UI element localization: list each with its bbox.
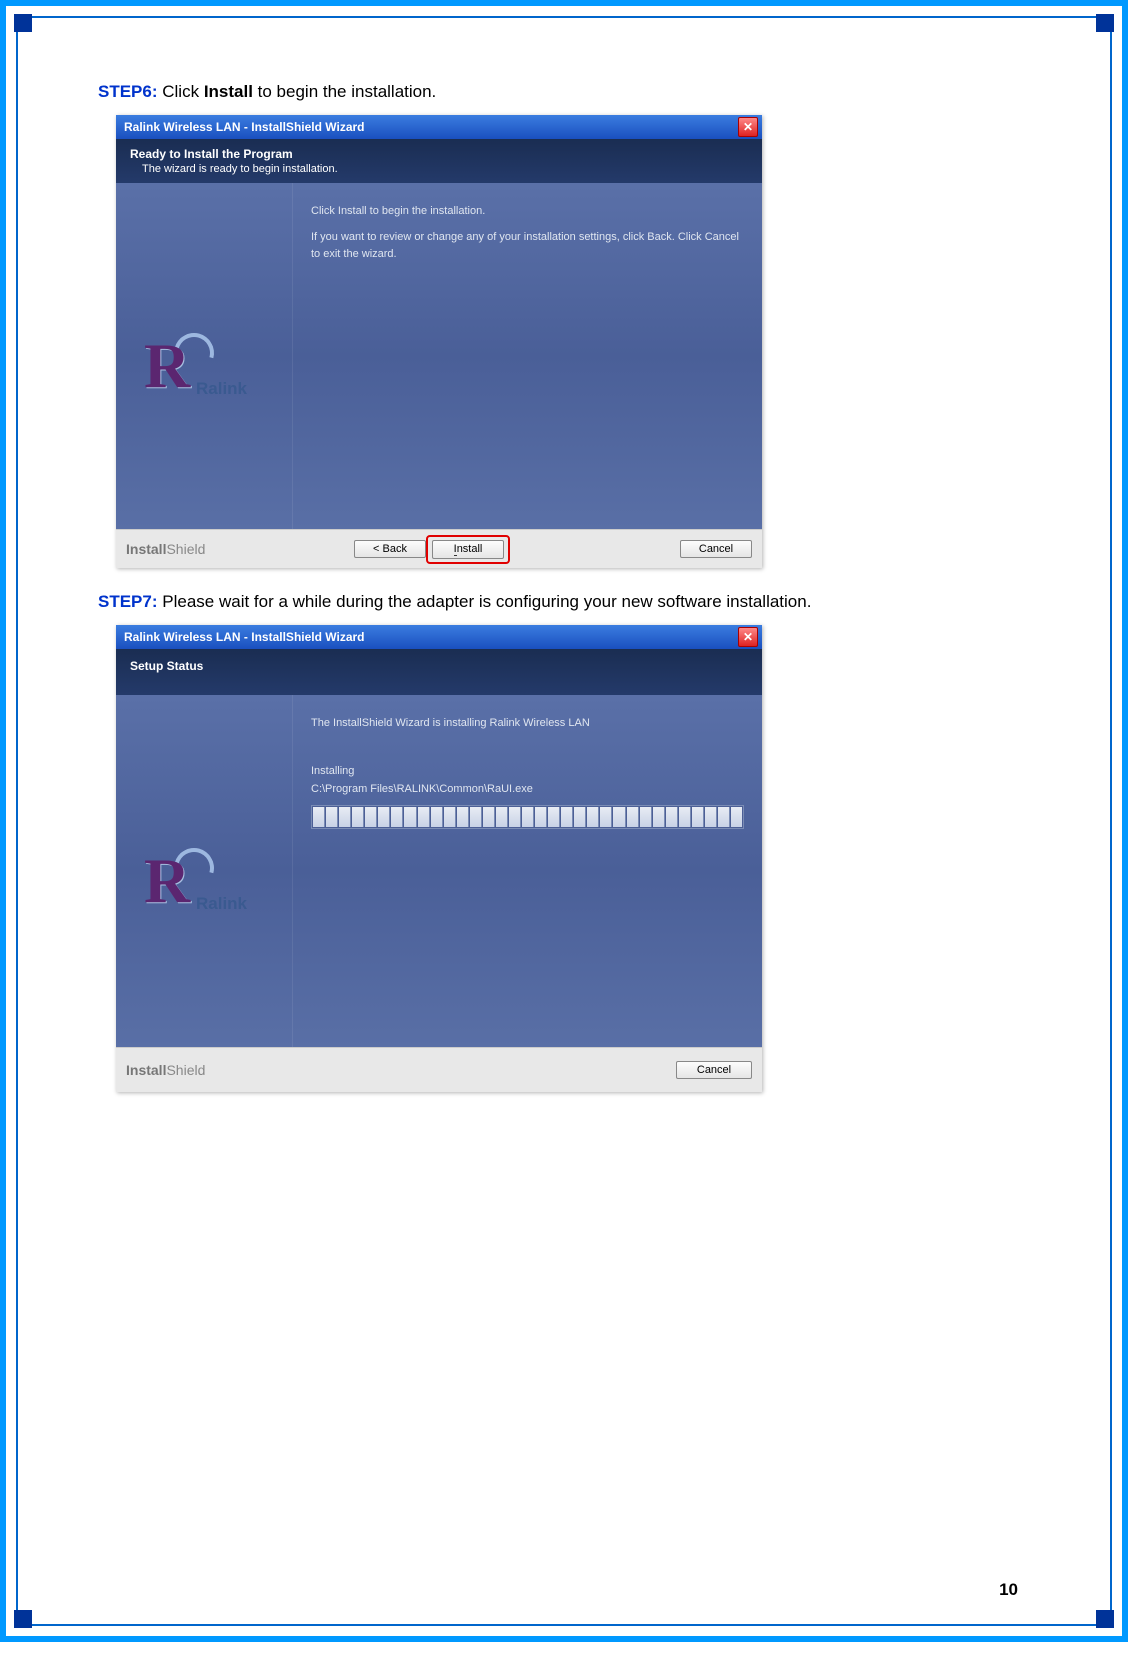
progress-cell <box>404 807 416 827</box>
wizard2-title: Ralink Wireless LAN - InstallShield Wiza… <box>124 630 365 644</box>
step6-text-a: Click <box>158 82 204 101</box>
wizard2-install-path: C:\Program Files\RALINK\Common\RaUI.exe <box>311 783 744 795</box>
wizard1-left-panel: R Ralink <box>116 183 293 529</box>
page-content: STEP6: Click Install to begin the instal… <box>18 18 1110 1142</box>
footer-spacer <box>205 1062 664 1078</box>
step6-bold: Install <box>204 82 253 101</box>
install-button[interactable]: Install <box>432 540 504 559</box>
wizard1-titlebar[interactable]: Ralink Wireless LAN - InstallShield Wiza… <box>116 115 762 139</box>
wizard1-header: Ready to Install the Program The wizard … <box>116 139 762 183</box>
progress-cell <box>339 807 351 827</box>
wizard1-body-line1: Click Install to begin the installation. <box>311 205 744 217</box>
wizard2-window: Ralink Wireless LAN - InstallShield Wiza… <box>116 625 762 1092</box>
ralink-r-icon: R <box>144 329 190 403</box>
progress-cell <box>653 807 665 827</box>
progress-cell <box>705 807 717 827</box>
ralink-brand-text: Ralink <box>196 894 247 914</box>
ralink-logo: R Ralink <box>144 856 264 926</box>
progress-cell <box>574 807 586 827</box>
page-number: 10 <box>999 1580 1018 1600</box>
ralink-brand-text: Ralink <box>196 379 247 399</box>
progress-cell <box>313 807 325 827</box>
progress-cell <box>718 807 730 827</box>
step7-text: Please wait for a while during the adapt… <box>158 592 812 611</box>
wizard1-body-line2: If you want to review or change any of y… <box>311 229 744 262</box>
progress-cell <box>365 807 377 827</box>
progress-cell <box>496 807 508 827</box>
ralink-r-icon: R <box>144 844 190 918</box>
corner-decoration <box>14 14 32 32</box>
cancel-button[interactable]: Cancel <box>680 540 752 558</box>
wizard2-body: R Ralink The InstallShield Wizard is ins… <box>116 695 762 1047</box>
wizard2-installing-label: Installing <box>311 765 744 777</box>
progress-cell <box>444 807 456 827</box>
wizard2-titlebar[interactable]: Ralink Wireless LAN - InstallShield Wiza… <box>116 625 762 649</box>
wizard1-right-panel: Click Install to begin the installation.… <box>293 183 762 529</box>
progress-cell <box>731 807 742 827</box>
step6-instruction: STEP6: Click Install to begin the instal… <box>98 78 1030 105</box>
wizard1-header-sub: The wizard is ready to begin installatio… <box>142 163 748 175</box>
progress-cell <box>535 807 547 827</box>
progress-cell <box>352 807 364 827</box>
wizard1-footer: InstallShield < Back Install Cancel <box>116 529 762 568</box>
progress-cell <box>522 807 534 827</box>
wizard2-header: Setup Status <box>116 649 762 695</box>
progress-cell <box>548 807 560 827</box>
step7-label: STEP7: <box>98 592 158 611</box>
progress-cell <box>509 807 521 827</box>
progress-cell <box>431 807 443 827</box>
step6-text-b: to begin the installation. <box>253 82 436 101</box>
close-icon[interactable]: ✕ <box>738 117 758 137</box>
page-outer-border: STEP6: Click Install to begin the instal… <box>0 0 1128 1642</box>
installshield-brand: InstallShield <box>126 1062 205 1078</box>
corner-decoration <box>14 1610 32 1628</box>
wizard1-window: Ralink Wireless LAN - InstallShield Wiza… <box>116 115 762 568</box>
progress-bar <box>311 805 744 829</box>
progress-cell <box>613 807 625 827</box>
progress-cell <box>391 807 403 827</box>
progress-cell <box>666 807 678 827</box>
wizard1-body: R Ralink Click Install to begin the inst… <box>116 183 762 529</box>
wizard2-footer: InstallShield Cancel <box>116 1047 762 1092</box>
progress-cell <box>561 807 573 827</box>
brand-light: Shield <box>166 1062 205 1078</box>
wizard2-left-panel: R Ralink <box>116 695 293 1047</box>
wizard1-header-title: Ready to Install the Program <box>130 147 748 161</box>
progress-cell <box>679 807 691 827</box>
corner-decoration <box>1096 1610 1114 1628</box>
progress-cell <box>587 807 599 827</box>
progress-cell <box>600 807 612 827</box>
install-highlight: Install <box>432 540 504 559</box>
progress-cell <box>692 807 704 827</box>
cancel-button[interactable]: Cancel <box>676 1061 752 1079</box>
progress-cell <box>483 807 495 827</box>
close-icon[interactable]: ✕ <box>738 627 758 647</box>
progress-cell <box>378 807 390 827</box>
brand-light: Shield <box>166 541 205 557</box>
page-inner-border: STEP6: Click Install to begin the instal… <box>16 16 1112 1626</box>
progress-cell <box>640 807 652 827</box>
progress-cell <box>470 807 482 827</box>
wizard2-body-line1: The InstallShield Wizard is installing R… <box>311 717 744 729</box>
step6-label: STEP6: <box>98 82 158 101</box>
progress-cell <box>418 807 430 827</box>
back-button[interactable]: < Back <box>354 540 426 558</box>
step7-instruction: STEP7: Please wait for a while during th… <box>98 588 1030 615</box>
brand-bold: Install <box>126 1062 166 1078</box>
progress-cell <box>457 807 469 827</box>
progress-cell <box>326 807 338 827</box>
installshield-brand: InstallShield <box>126 541 205 557</box>
wizard2-header-title: Setup Status <box>130 659 748 673</box>
ralink-logo: R Ralink <box>144 341 264 411</box>
brand-bold: Install <box>126 541 166 557</box>
wizard1-footer-buttons: < Back Install Cancel <box>354 540 752 559</box>
progress-cell <box>627 807 639 827</box>
wizard2-right-panel: The InstallShield Wizard is installing R… <box>293 695 762 1047</box>
wizard1-title: Ralink Wireless LAN - InstallShield Wiza… <box>124 120 365 134</box>
corner-decoration <box>1096 14 1114 32</box>
